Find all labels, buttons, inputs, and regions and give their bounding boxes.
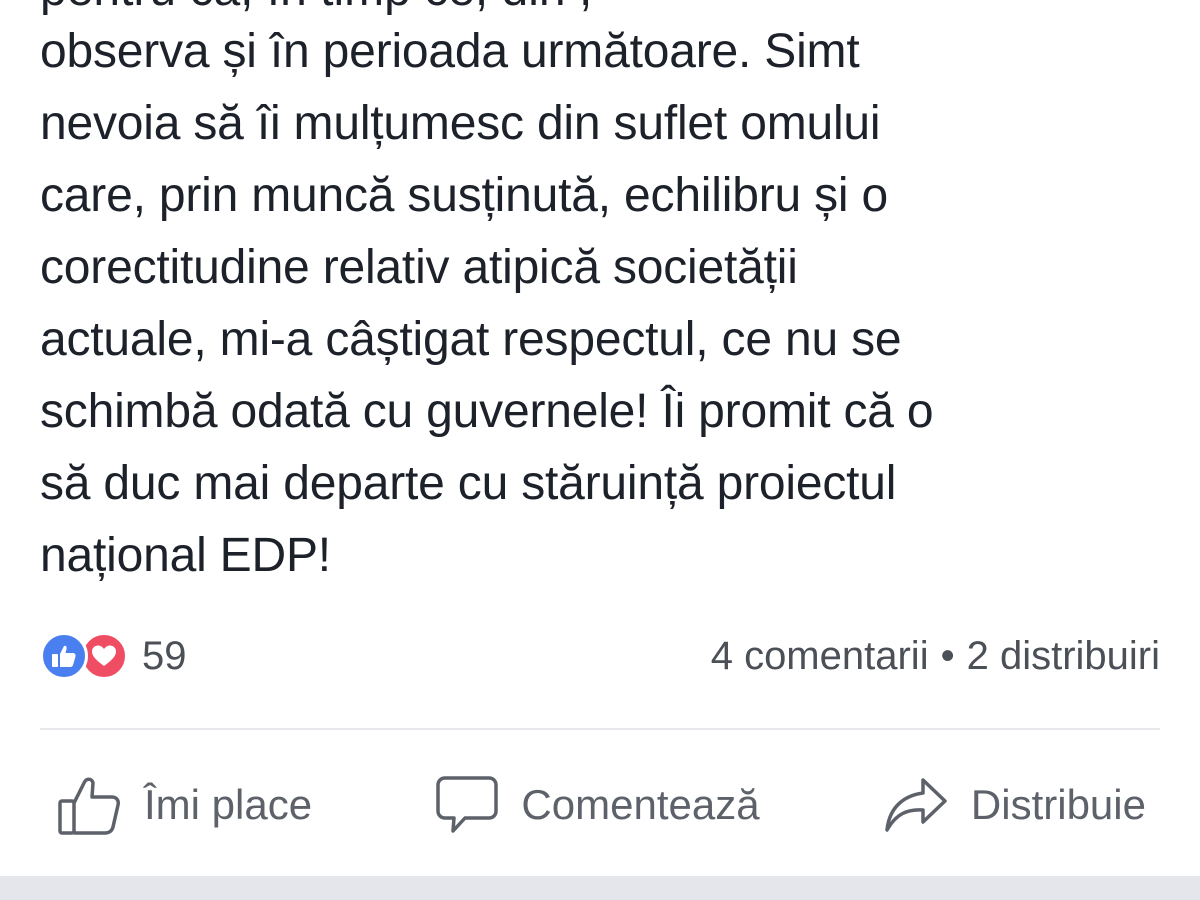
actions-divider (40, 728, 1160, 730)
post-text-line: național EDP! (40, 529, 331, 582)
thumbs-up-icon (58, 777, 120, 835)
feed-separator (0, 876, 1200, 900)
post-stats-bar: 59 4 comentarii • 2 distribuiri (40, 624, 1160, 688)
like-button[interactable]: Îmi place (56, 773, 312, 837)
shares-count-link[interactable]: 2 distribuiri (967, 634, 1160, 679)
post-text-line: să duc mai departe cu stăruință proiectu… (40, 457, 897, 510)
post-text: observa și în perioada următoare. Simt n… (40, 16, 1160, 592)
comment-button-label: Comentează (521, 781, 760, 828)
post-actions-bar: Îmi place Comentează Distribuie (40, 760, 1160, 850)
post-text-line: actuale, mi-a câștigat respectul, ce nu … (40, 313, 902, 366)
like-button-label: Îmi place (144, 781, 313, 828)
share-button-label: Distribuie (970, 781, 1146, 828)
reaction-count: 59 (142, 633, 187, 678)
post-text-line: observa și în perioada următoare. Simt (40, 25, 860, 78)
post-text-line: nevoia să îi mulțumesc din suflet omului (40, 97, 881, 150)
post-text-line: schimbă odată cu guvernele! Îi promit că… (40, 385, 934, 438)
comments-count-link[interactable]: 4 comentarii (711, 634, 929, 679)
engagement-summary: 4 comentarii • 2 distribuiri (711, 634, 1160, 679)
post-text-line: corectitudine relativ atipică societății (40, 241, 798, 294)
share-arrow-icon (885, 778, 947, 832)
comment-bubble-icon (436, 776, 499, 833)
post-text-line: care, prin muncă susținută, echilibru și… (40, 169, 889, 222)
reactions-summary[interactable]: 59 (40, 632, 187, 680)
comment-button[interactable]: Comentează (435, 774, 760, 836)
separator-dot: • (940, 633, 955, 678)
share-button[interactable]: Distribuie (883, 774, 1146, 836)
facebook-post: pentru că, în timp ce, din , observa și … (0, 0, 1200, 900)
like-icon (40, 632, 88, 680)
